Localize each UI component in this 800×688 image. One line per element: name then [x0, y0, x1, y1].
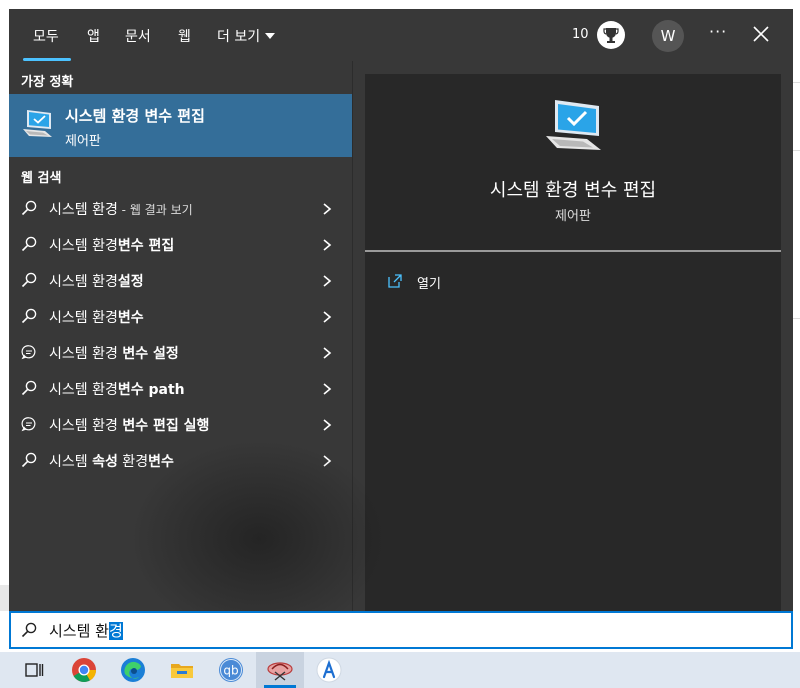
- tab-apps[interactable]: 앱: [87, 26, 100, 46]
- qbittorrent-label: qb: [223, 664, 238, 678]
- search-query-text: 시스템 환: [49, 622, 109, 640]
- best-match-heading: 가장 정확: [21, 75, 74, 90]
- web-search-result[interactable]: 시스템 환경변수 편집: [9, 226, 352, 262]
- web-search-result[interactable]: 시스템 속성 환경변수: [9, 442, 352, 478]
- web-search-result[interactable]: 시스템 환경변수: [9, 298, 352, 334]
- close-icon[interactable]: [750, 23, 772, 45]
- bg-divider: [792, 318, 800, 319]
- web-search-heading: 웹 검색: [21, 171, 62, 186]
- result-text-part: 변수 path: [117, 382, 185, 398]
- chevron-right-icon: [322, 345, 332, 359]
- web-search-result[interactable]: 시스템 환경 변수 설정: [9, 334, 352, 370]
- taskbar: qb: [0, 652, 800, 688]
- web-search-result-label: 시스템 환경변수 편집: [49, 235, 174, 255]
- search-query: 시스템 환경: [49, 620, 123, 641]
- rewards-points: 10: [572, 27, 589, 42]
- search-input[interactable]: 시스템 환경: [9, 611, 793, 649]
- tab-web[interactable]: 웹: [178, 26, 191, 46]
- web-search-result-label: 시스템 속성 환경변수: [49, 451, 174, 471]
- result-text-part: 변수: [117, 310, 144, 326]
- result-text-part: 변수 편집 실행: [122, 418, 210, 434]
- web-search-result[interactable]: 시스템 환경변수 path: [9, 370, 352, 406]
- preview-divider: [365, 250, 781, 252]
- web-search-result-label: 시스템 환경 변수 편집 실행: [49, 415, 209, 435]
- result-text-part: 시스템 환경: [49, 274, 118, 290]
- result-text-part: 시스템 환경: [49, 382, 118, 398]
- panel-divider: [352, 61, 353, 611]
- search-icon: [21, 380, 37, 396]
- chevron-right-icon: [322, 417, 332, 431]
- background-browser-page: [792, 0, 800, 688]
- rewards-trophy-icon[interactable]: [597, 21, 625, 49]
- snipping-app-icon[interactable]: [266, 656, 294, 684]
- file-explorer-icon[interactable]: [168, 656, 196, 684]
- web-search-result-label: 시스템 환경 - 웹 결과 보기: [49, 199, 193, 219]
- tab-all[interactable]: 모두: [33, 26, 59, 46]
- web-search-result[interactable]: 시스템 환경설정: [9, 262, 352, 298]
- result-text-part: 시스템 환경: [49, 238, 118, 254]
- result-text-part: 속성: [92, 454, 118, 470]
- bg-divider: [792, 150, 800, 151]
- search-icon: [21, 236, 37, 252]
- result-text-part: 시스템: [49, 454, 93, 470]
- best-match-result[interactable]: 시스템 환경 변수 편집 제어판: [9, 94, 352, 157]
- result-text-part: 시스템 환경: [49, 310, 118, 326]
- qbittorrent-icon[interactable]: qb: [217, 656, 245, 684]
- search-icon: [21, 308, 37, 324]
- tab-more[interactable]: 더 보기: [217, 26, 276, 46]
- open-action[interactable]: 열기: [387, 270, 507, 294]
- result-text-part: 변수 설정: [122, 346, 179, 362]
- caret-down-icon: [265, 33, 276, 39]
- open-external-icon: [387, 273, 403, 289]
- chrome-icon[interactable]: [70, 656, 98, 684]
- web-search-result-label: 시스템 환경변수: [49, 307, 144, 327]
- bg-divider: [792, 82, 800, 83]
- edge-icon[interactable]: [119, 656, 147, 684]
- chevron-right-icon: [322, 273, 332, 287]
- result-text-part: 시스템 환경: [49, 202, 118, 218]
- chat-bubble-icon: [21, 416, 37, 432]
- account-avatar[interactable]: W: [652, 20, 684, 52]
- result-suffix: - 웹 결과 보기: [117, 203, 193, 217]
- search-icon: [21, 622, 37, 638]
- open-action-label: 열기: [417, 277, 441, 292]
- tab-documents[interactable]: 문서: [125, 26, 151, 46]
- chevron-right-icon: [322, 237, 332, 251]
- result-text-part: 변수: [148, 454, 174, 470]
- tab-more-label: 더 보기: [217, 29, 261, 45]
- chevron-right-icon: [322, 381, 332, 395]
- search-icon: [21, 200, 37, 216]
- web-search-result-label: 시스템 환경 변수 설정: [49, 343, 179, 363]
- search-query-selection: 경: [108, 622, 123, 640]
- search-icon: [21, 272, 37, 288]
- best-match-title: 시스템 환경 변수 편집: [65, 107, 205, 125]
- monitor-settings-icon: [543, 98, 605, 156]
- preview-subtitle: 제어판: [555, 209, 591, 224]
- more-options-icon[interactable]: ···: [709, 22, 727, 41]
- preview-title: 시스템 환경 변수 편집: [489, 180, 657, 201]
- chat-bubble-icon: [21, 344, 37, 360]
- start-search-panel: 모두 앱 문서 웹 더 보기 10 W ··· 가장 정확 시스템 환경 변수 …: [9, 9, 793, 611]
- search-icon: [21, 452, 37, 468]
- result-text-part: 시스템 환경: [49, 346, 123, 362]
- web-search-result-label: 시스템 환경설정: [49, 271, 144, 291]
- result-text-part: 환경: [117, 454, 149, 470]
- chevron-right-icon: [322, 453, 332, 467]
- chevron-right-icon: [322, 309, 332, 323]
- web-search-result[interactable]: 시스템 환경 - 웹 결과 보기: [9, 190, 352, 226]
- appstore-icon[interactable]: [315, 656, 343, 684]
- result-text-part: 시스템 환경: [49, 418, 123, 434]
- chevron-right-icon: [322, 201, 332, 215]
- preview-pane: 시스템 환경 변수 편집 제어판 열기: [365, 74, 781, 611]
- web-search-result-label: 시스템 환경변수 path: [49, 379, 185, 399]
- active-tab-indicator: [23, 58, 71, 61]
- task-view-icon[interactable]: [20, 656, 48, 684]
- search-tabs-bar: 모두 앱 문서 웹 더 보기 10 W ···: [9, 9, 793, 61]
- result-text-part: 변수 편집: [117, 238, 175, 254]
- best-match-subtitle: 제어판: [65, 134, 101, 149]
- result-text-part: 설정: [117, 274, 144, 290]
- monitor-settings-icon: [21, 108, 55, 140]
- web-search-result[interactable]: 시스템 환경 변수 편집 실행: [9, 406, 352, 442]
